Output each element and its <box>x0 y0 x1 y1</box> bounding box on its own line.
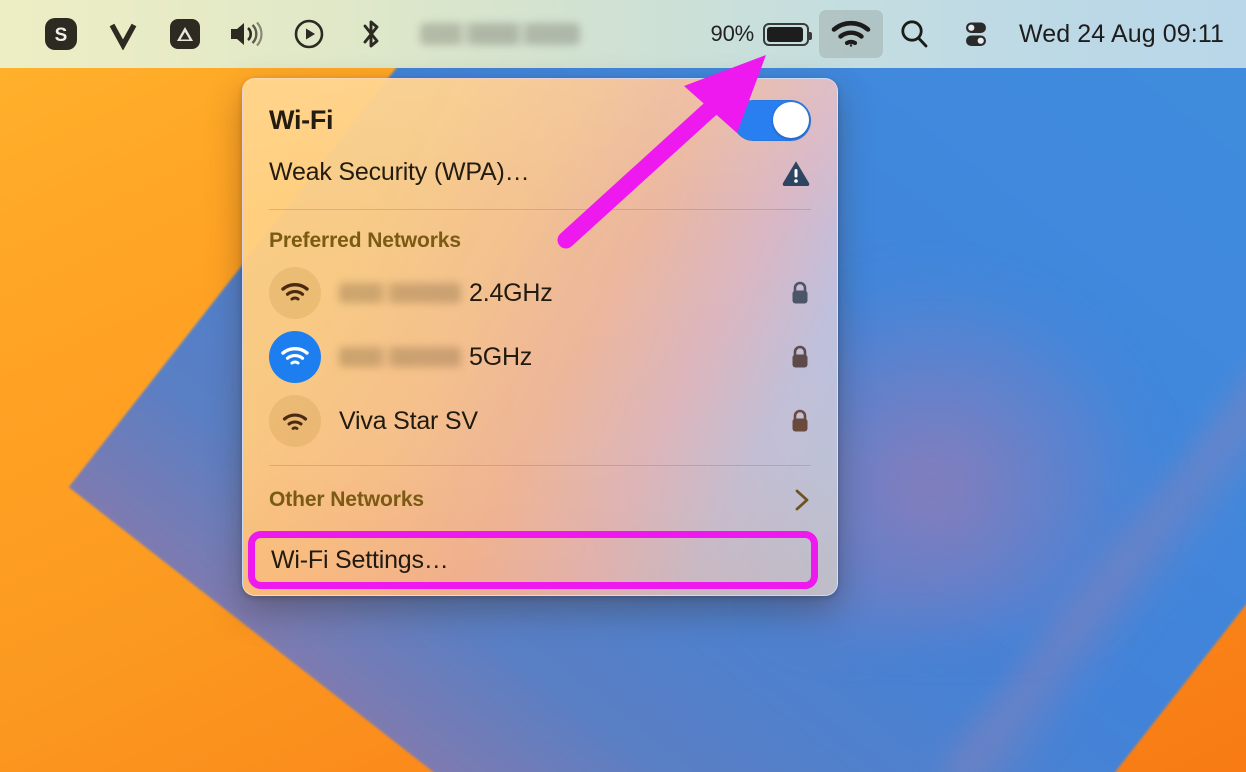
network-name-1: 2.4GHz <box>339 279 553 308</box>
wifi-settings-menu-item[interactable]: Wi-Fi Settings… <box>248 531 818 589</box>
divider-top <box>269 209 811 210</box>
divider-bottom <box>269 465 811 466</box>
battery-status[interactable]: 90% <box>700 10 819 58</box>
wifi-title-row: Wi-Fi <box>269 93 811 147</box>
wifi-status-row[interactable]: Weak Security (WPA)… <box>269 149 811 195</box>
wifi-signal-icon-connected <box>269 331 321 383</box>
control-center-icon[interactable] <box>945 10 1007 58</box>
menu-bar-clock[interactable]: Wed 24 Aug 09:11 <box>1007 20 1230 49</box>
wifi-menubar-icon[interactable] <box>818 10 883 58</box>
svg-text:S: S <box>55 25 68 46</box>
battery-percent-label: 90% <box>710 21 755 46</box>
volume-icon[interactable] <box>216 10 278 58</box>
vivaldi-icon[interactable] <box>92 10 154 58</box>
network-band-label: 5GHz <box>469 342 533 371</box>
network-band-label: 2.4GHz <box>469 278 553 307</box>
wifi-panel-title: Wi-Fi <box>269 104 334 135</box>
lock-icon <box>789 344 811 370</box>
lock-icon <box>789 280 811 306</box>
warning-triangle-icon[interactable] <box>781 158 811 186</box>
play-icon[interactable] <box>278 10 340 58</box>
frontmost-app-title-redacted <box>420 23 580 45</box>
menu-bar-right-group: 90% Wed 24 Aug 09:11 <box>700 10 1230 58</box>
network-name-redacted <box>339 347 461 367</box>
network-row-2[interactable]: 5GHz <box>269 325 811 389</box>
wifi-toggle-switch[interactable] <box>733 99 811 141</box>
wifi-signal-icon <box>269 267 321 319</box>
wifi-status-label: Weak Security (WPA)… <box>269 157 530 186</box>
skype-icon[interactable]: S <box>30 10 92 58</box>
lock-icon <box>789 408 811 434</box>
wifi-toggle-knob <box>772 102 809 138</box>
bluetooth-icon[interactable] <box>340 10 402 58</box>
other-networks-row[interactable]: Other Networks <box>269 474 811 526</box>
preferred-networks-header: Preferred Networks <box>269 229 461 252</box>
wifi-settings-label: Wi-Fi Settings… <box>271 545 449 574</box>
desktop-screen: S 90% Wed 24 Aug 09:11 Wi-Fi Weak Securi… <box>0 0 1246 772</box>
network-row-3[interactable]: Viva Star SV <box>269 389 811 453</box>
network-name-redacted <box>339 283 461 303</box>
app-icon[interactable] <box>154 10 216 58</box>
search-icon[interactable] <box>883 10 945 58</box>
battery-icon <box>762 22 812 46</box>
wifi-signal-icon <box>269 395 321 447</box>
network-name-2: 5GHz <box>339 343 532 372</box>
network-name-3: Viva Star SV <box>339 406 478 435</box>
menu-bar: S 90% Wed 24 Aug 09:11 <box>0 0 1246 68</box>
other-networks-label: Other Networks <box>269 488 424 511</box>
network-row-1[interactable]: 2.4GHz <box>269 261 811 325</box>
wifi-menu-panel: Wi-Fi Weak Security (WPA)… Preferred Net… <box>242 78 838 596</box>
menu-bar-left-group: S <box>30 10 598 58</box>
chevron-right-icon <box>793 486 811 514</box>
